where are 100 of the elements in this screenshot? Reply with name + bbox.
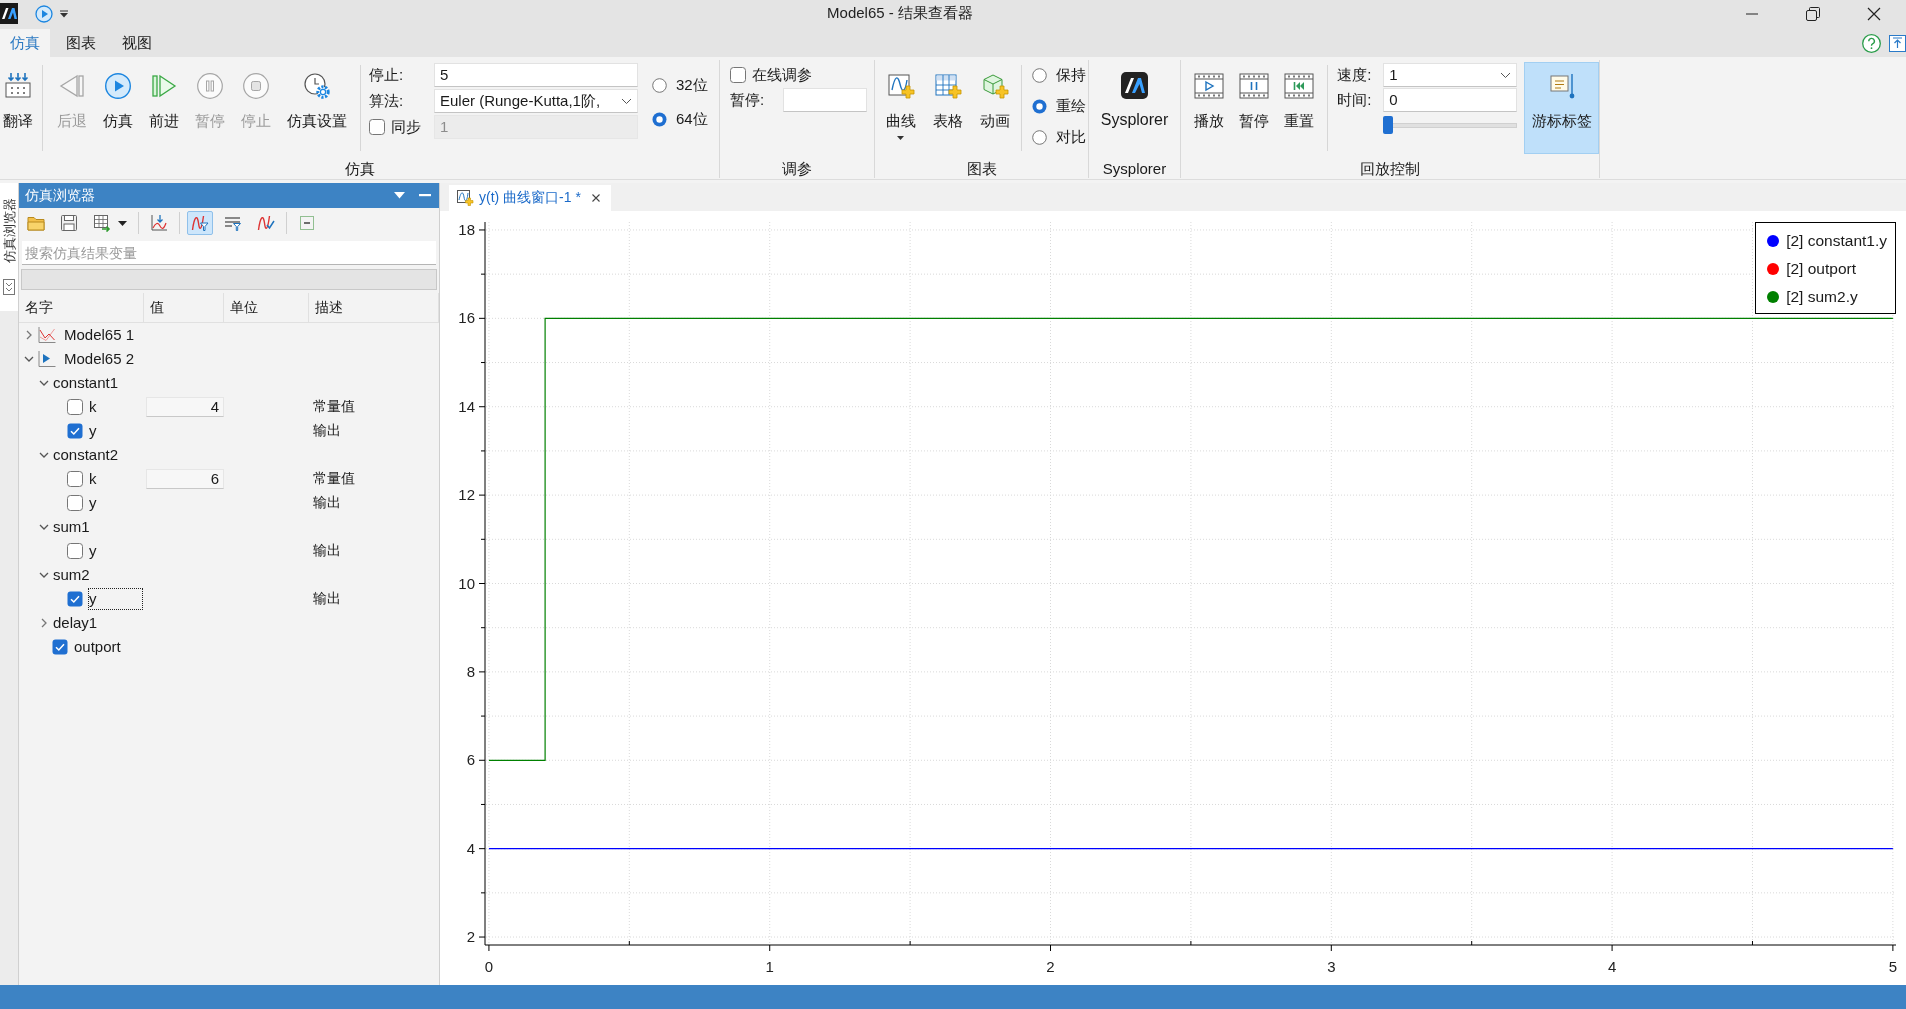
stop-time-field[interactable]: 5 bbox=[434, 63, 638, 87]
toolbar-button[interactable] bbox=[187, 211, 213, 235]
side-tab[interactable]: 仿真浏览器 bbox=[0, 183, 18, 311]
checkbox[interactable] bbox=[369, 119, 385, 135]
algorithm-dropdown[interactable]: Euler (Runge-Kutta,1阶, bbox=[434, 89, 638, 113]
close-icon[interactable] bbox=[1867, 6, 1881, 21]
slider-handle[interactable] bbox=[1383, 116, 1394, 134]
arrows-grid-icon bbox=[3, 72, 32, 100]
dropdown-triangle-icon[interactable] bbox=[394, 192, 405, 199]
axis-tick-label: 18 bbox=[458, 220, 475, 238]
checkbox[interactable] bbox=[67, 471, 83, 487]
checkbox[interactable] bbox=[67, 399, 83, 415]
column-header[interactable]: 值 bbox=[144, 293, 224, 322]
chevron-down-icon bbox=[621, 97, 632, 105]
tree-item[interactable]: constant1 bbox=[52, 372, 120, 394]
axis-tick-label: 0 bbox=[484, 958, 494, 975]
pause-button[interactable]: 暂停 bbox=[1234, 63, 1274, 133]
chevron-right-icon[interactable] bbox=[24, 330, 34, 340]
chevron-down-icon bbox=[1500, 71, 1512, 79]
radio-button[interactable] bbox=[1032, 67, 1047, 83]
close-icon[interactable] bbox=[591, 194, 600, 202]
tree-item[interactable]: sum1 bbox=[52, 516, 91, 538]
simulation-settings-button[interactable]: 仿真设置 bbox=[284, 63, 350, 133]
column-header[interactable]: 名字 bbox=[19, 293, 144, 322]
ribbon-tab[interactable]: 仿真 bbox=[0, 29, 50, 57]
axis-tick-label: 10 bbox=[458, 574, 475, 592]
checkbox[interactable] bbox=[67, 543, 83, 559]
axis-tick-label: 4 bbox=[1607, 958, 1617, 975]
label-marker-icon bbox=[1547, 72, 1576, 100]
checkbox[interactable] bbox=[67, 591, 83, 607]
plot-tab[interactable]: y(t) 曲线窗口-1 * bbox=[449, 185, 611, 211]
tree-item[interactable]: k bbox=[88, 468, 98, 490]
ribbon-tab[interactable]: 图表 bbox=[56, 29, 106, 57]
tree-item[interactable]: constant2 bbox=[52, 444, 120, 466]
tree-item[interactable]: y bbox=[88, 420, 98, 442]
tree-item[interactable]: y bbox=[88, 492, 98, 514]
help-icon[interactable] bbox=[1862, 33, 1881, 53]
tree-item[interactable]: y bbox=[88, 588, 143, 610]
tree-item[interactable]: delay1 bbox=[52, 612, 99, 634]
tree-item[interactable]: sum2 bbox=[52, 564, 91, 586]
reset-button[interactable]: 重置 bbox=[1279, 63, 1320, 133]
chevron-down-icon[interactable] bbox=[39, 522, 49, 532]
checkbox[interactable] bbox=[52, 639, 68, 655]
tree-item[interactable]: Model65 1 bbox=[63, 324, 136, 346]
chevron-down-icon[interactable] bbox=[39, 450, 49, 460]
legend-label: [2] sum2.y bbox=[1786, 288, 1858, 306]
play-chart-icon bbox=[37, 350, 56, 368]
step-forward-button[interactable]: 前进 bbox=[144, 63, 184, 133]
radio-label: 32位 bbox=[676, 75, 708, 95]
radio-button[interactable] bbox=[652, 77, 667, 93]
arrow-box-icon[interactable] bbox=[1889, 34, 1906, 52]
curve-check-icon bbox=[257, 214, 275, 232]
film-play-icon bbox=[1193, 72, 1224, 100]
chevron-down-icon[interactable] bbox=[39, 378, 49, 388]
window-title: Model65 - 结果查看器 bbox=[827, 4, 973, 21]
tree-item[interactable]: outport bbox=[73, 636, 122, 658]
cursor-label-button[interactable]: 游标标签 bbox=[1524, 62, 1599, 154]
column-header[interactable]: 描述 bbox=[309, 293, 439, 322]
play-button[interactable]: 播放 bbox=[1189, 63, 1229, 133]
restore-icon[interactable] bbox=[1806, 6, 1820, 21]
curve-button[interactable]: 曲线 bbox=[878, 63, 923, 142]
minimize-icon[interactable] bbox=[419, 194, 431, 197]
axis-tick-label: 4 bbox=[466, 839, 475, 857]
table-button[interactable]: 表格 bbox=[925, 63, 970, 133]
checkbox[interactable] bbox=[730, 67, 746, 83]
play-circle-icon[interactable] bbox=[35, 4, 53, 23]
caret-down-icon[interactable] bbox=[60, 9, 68, 18]
column-header[interactable]: 单位 bbox=[224, 293, 309, 322]
empty-input-field[interactable] bbox=[21, 269, 437, 290]
chevron-down-icon[interactable] bbox=[24, 354, 34, 364]
radio-label: 对比 bbox=[1056, 127, 1086, 147]
tree-item[interactable]: y bbox=[88, 540, 98, 562]
curve-plus-icon bbox=[886, 72, 915, 100]
legend-label: [2] outport bbox=[1786, 260, 1856, 278]
field-label: 时间: bbox=[1337, 90, 1373, 110]
radio-button[interactable] bbox=[1032, 129, 1047, 145]
axis-tick-label: 5 bbox=[1888, 958, 1898, 975]
translate-button[interactable]: 翻译 bbox=[0, 63, 35, 133]
time-slider[interactable] bbox=[1383, 114, 1518, 136]
axis-tick-label: 6 bbox=[466, 751, 475, 769]
pause-time-field[interactable] bbox=[783, 88, 867, 112]
ribbon-tab[interactable]: 视图 bbox=[112, 29, 162, 57]
description-text: 输出 bbox=[313, 494, 341, 510]
speed-dropdown[interactable]: 1 bbox=[1383, 63, 1518, 87]
animation-button[interactable]: 动画 bbox=[972, 63, 1017, 133]
tree-item[interactable]: k bbox=[88, 396, 98, 418]
tree-item[interactable]: Model65 2 bbox=[63, 348, 136, 370]
value-field[interactable]: 4 bbox=[146, 397, 224, 417]
time-field[interactable]: 0 bbox=[1383, 88, 1518, 112]
step-forward-icon bbox=[150, 72, 178, 100]
chevron-down-icon[interactable] bbox=[39, 570, 49, 580]
sysplorer-button[interactable]: Sysplorer bbox=[1094, 63, 1175, 132]
value-field[interactable]: 6 bbox=[146, 469, 224, 489]
radio-button[interactable] bbox=[652, 111, 667, 127]
chevron-right-icon[interactable] bbox=[39, 618, 49, 628]
checkbox[interactable] bbox=[67, 423, 83, 439]
group-label: 图表 bbox=[966, 160, 997, 177]
simulate-button[interactable]: 仿真 bbox=[98, 63, 138, 133]
radio-button[interactable] bbox=[1032, 98, 1047, 114]
checkbox[interactable] bbox=[67, 495, 83, 511]
